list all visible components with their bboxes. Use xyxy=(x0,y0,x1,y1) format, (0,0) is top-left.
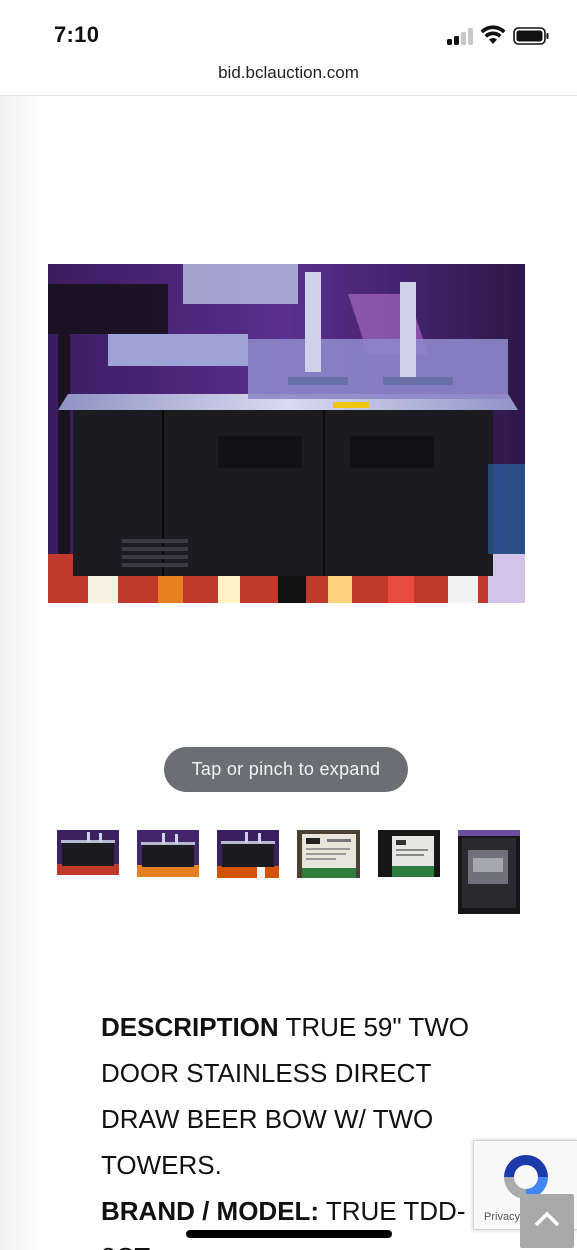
wifi-icon xyxy=(480,25,506,44)
left-edge-shadow xyxy=(0,96,44,1250)
thumbnail-image xyxy=(297,830,360,878)
url-text[interactable]: bid.bclauction.com xyxy=(0,63,577,83)
thumbnail[interactable] xyxy=(217,830,279,878)
thumbnail-image xyxy=(57,830,119,875)
thumbnail-image xyxy=(137,830,199,877)
brand-model-label: BRAND / MODEL: xyxy=(101,1196,320,1226)
description-label: DESCRIPTION xyxy=(101,1012,279,1042)
thumbnail-image xyxy=(378,830,440,877)
thumbnail-image xyxy=(458,830,520,914)
thumbnail[interactable] xyxy=(297,830,360,878)
scroll-to-top-button[interactable] xyxy=(520,1194,574,1248)
page-content: Tap or pinch to expand DESCRIPTION TRUE … xyxy=(0,96,577,1250)
status-bar: 7:10 xyxy=(0,0,577,60)
thumbnail[interactable] xyxy=(57,830,119,875)
recaptcha-privacy-label[interactable]: Privacy xyxy=(484,1211,520,1223)
status-time: 7:10 xyxy=(54,22,100,47)
beer-dispenser-image xyxy=(48,264,525,603)
expand-hint[interactable]: Tap or pinch to expand xyxy=(164,747,408,792)
address-bar[interactable]: bid.bclauction.com xyxy=(0,60,577,96)
thumbnail[interactable] xyxy=(378,830,440,877)
main-product-photo[interactable] xyxy=(48,264,525,603)
home-indicator[interactable] xyxy=(186,1230,392,1238)
cellular-signal-icon xyxy=(447,27,473,45)
thumbnail-image xyxy=(217,830,279,878)
thumbnail[interactable] xyxy=(137,830,199,877)
listing-description: DESCRIPTION TRUE 59" TWO DOOR STAINLESS … xyxy=(101,1004,481,1250)
chevron-up-icon xyxy=(534,1211,560,1227)
thumbnail[interactable] xyxy=(458,830,520,914)
battery-icon xyxy=(513,27,549,45)
